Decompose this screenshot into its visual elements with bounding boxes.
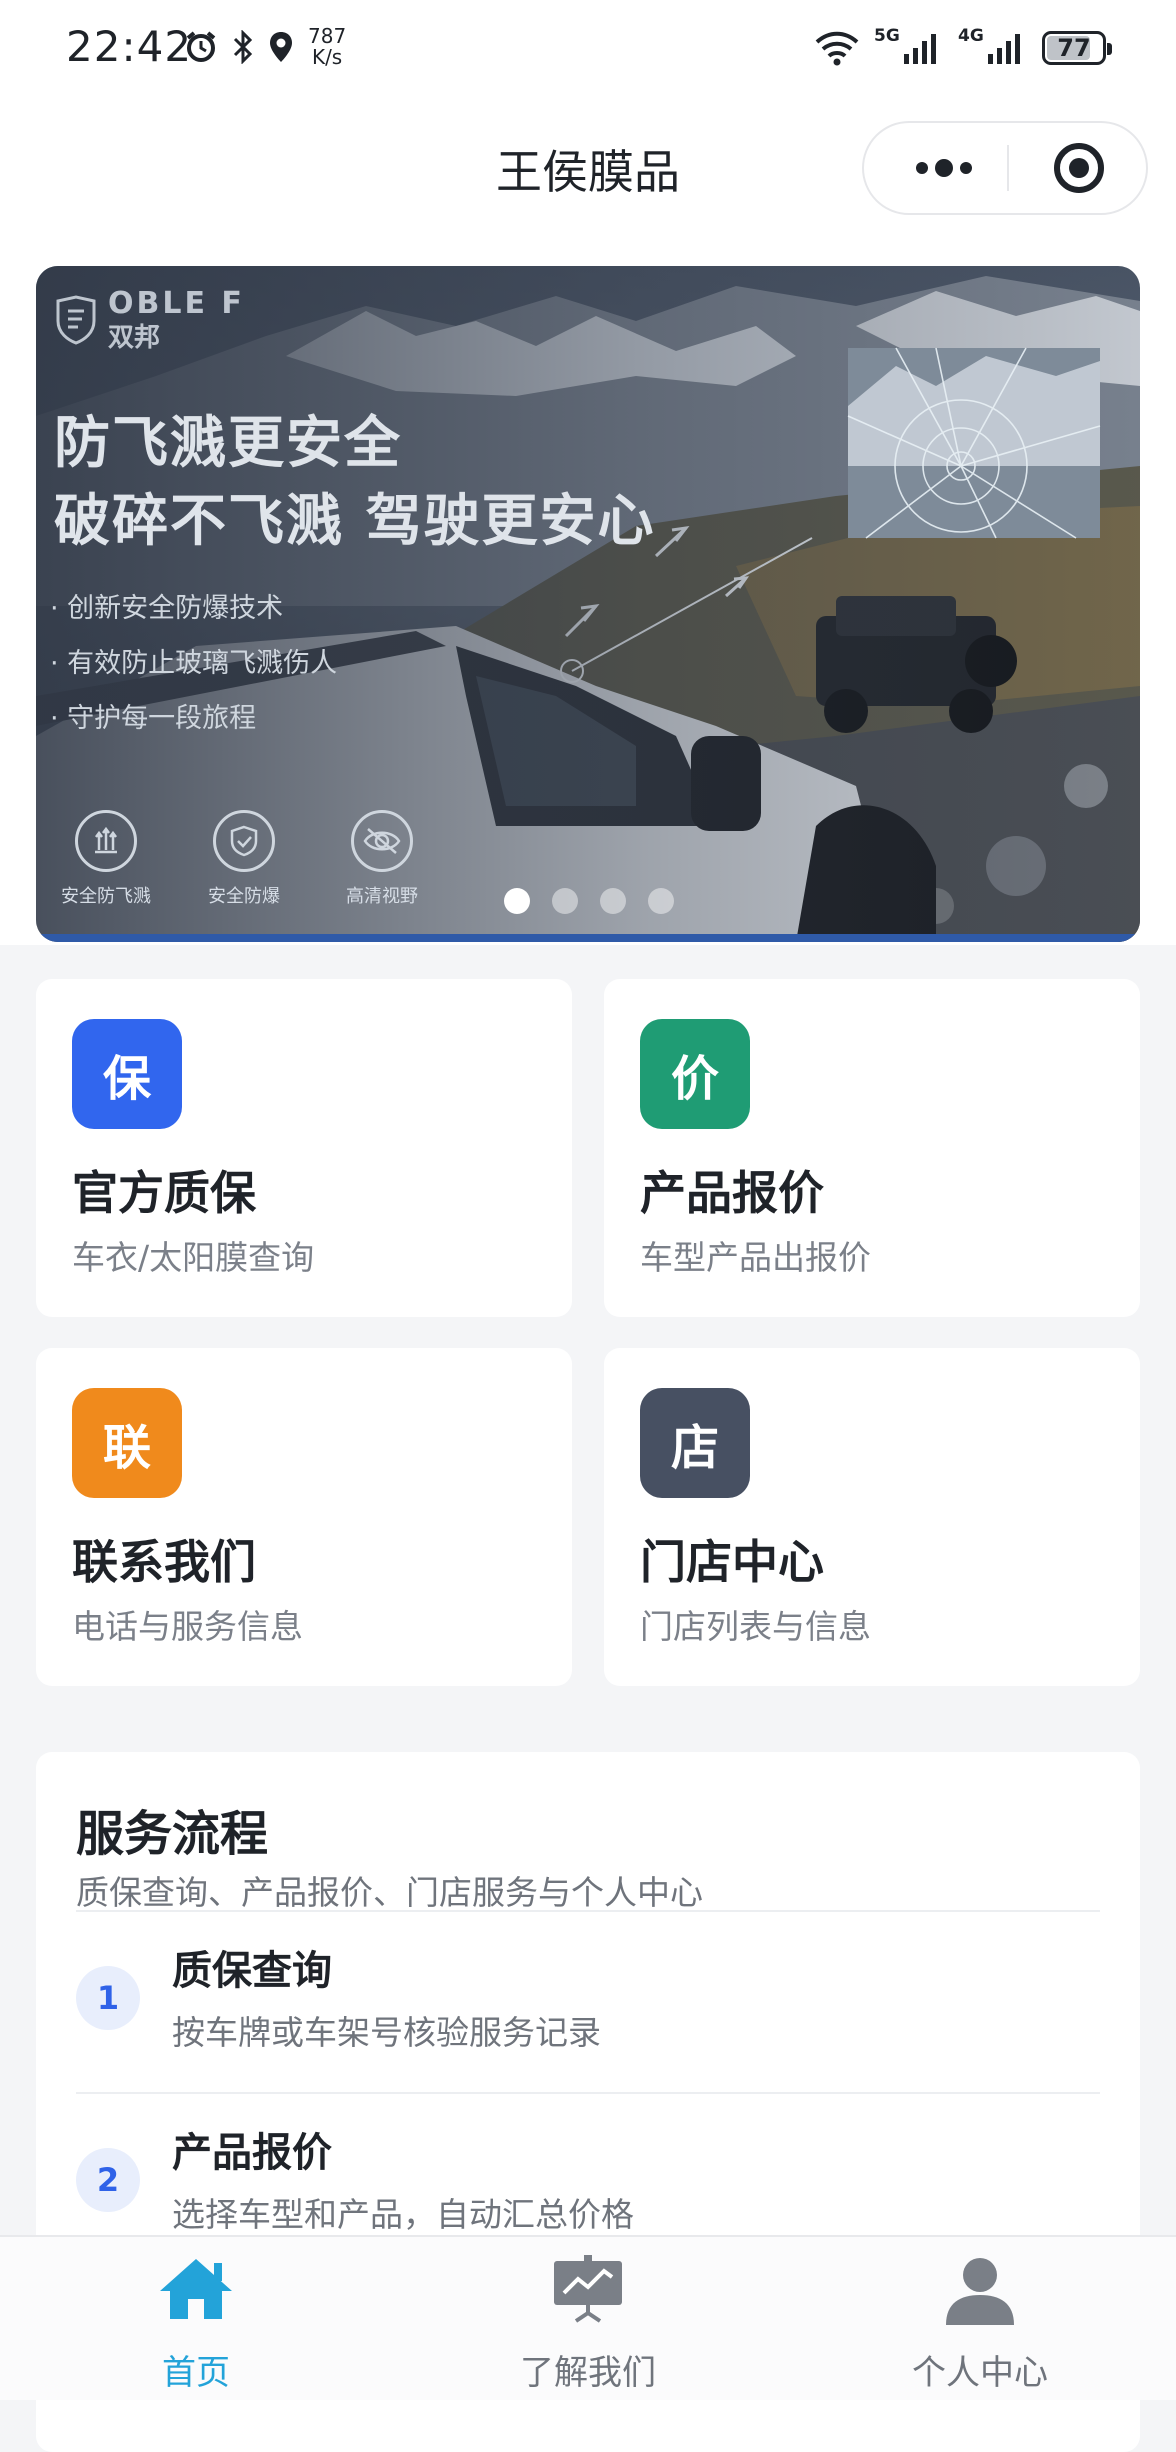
tile-contact[interactable]: 联 联系我们 电话与服务信息 bbox=[36, 1348, 572, 1686]
step-description: 选择车型和产品，自动汇总价格 bbox=[172, 2195, 634, 2234]
tile-subtitle: 车型产品出报价 bbox=[640, 1238, 871, 1277]
banner-logo-sub: 双邦 bbox=[108, 323, 161, 353]
bottom-tab-bar: 首页 了解我们 个人中心 bbox=[0, 2235, 1176, 2400]
carousel-dot[interactable] bbox=[648, 888, 674, 914]
step-description: 按车牌或车架号核验服务记录 bbox=[172, 2013, 601, 2052]
warranty-icon: 保 bbox=[72, 1019, 182, 1129]
tile-subtitle: 门店列表与信息 bbox=[640, 1607, 871, 1646]
step-number-badge: 1 bbox=[76, 1966, 140, 2030]
step-title: 产品报价 bbox=[172, 2130, 332, 2176]
anti-splash-icon bbox=[75, 810, 137, 872]
carousel-dot-active[interactable] bbox=[504, 888, 530, 914]
bluetooth-icon bbox=[233, 30, 253, 64]
tab-about[interactable]: 了解我们 bbox=[392, 2237, 784, 2402]
feature-label: 高清视野 bbox=[346, 886, 418, 907]
location-icon bbox=[270, 32, 292, 62]
divider bbox=[76, 2092, 1100, 2094]
banner-bullet-list: · 创新安全防爆技术 · 有效防止玻璃飞溅伤人 · 守护每一段旅程 bbox=[50, 586, 337, 751]
banner-feature: 安全防爆 bbox=[188, 810, 300, 908]
signal-5g-label: 5G bbox=[874, 26, 900, 46]
network-speed: 787 K/s bbox=[308, 26, 346, 68]
status-bar: 22:42 787 K/s 5G 4G 77 bbox=[0, 0, 1176, 100]
tab-home[interactable]: 首页 bbox=[0, 2237, 392, 2402]
carousel-dots bbox=[504, 888, 674, 914]
eye-icon bbox=[351, 810, 413, 872]
banner-brand-logo: OBLE F 双邦 bbox=[54, 286, 245, 354]
signal-5g: 5G bbox=[874, 26, 944, 70]
divider bbox=[76, 1910, 1100, 1912]
price-icon: 价 bbox=[640, 1019, 750, 1129]
shield-logo-icon bbox=[56, 295, 96, 345]
status-time: 22:42 bbox=[66, 22, 193, 71]
miniprogram-capsule bbox=[862, 121, 1148, 215]
banner-feature: 高清视野 bbox=[326, 810, 438, 908]
step-number-badge: 2 bbox=[76, 2148, 140, 2212]
tab-label: 个人中心 bbox=[912, 2353, 1048, 2393]
contact-icon: 联 bbox=[72, 1388, 182, 1498]
status-icons-left bbox=[184, 30, 294, 64]
signal-bars-icon bbox=[988, 34, 1020, 64]
step-title: 质保查询 bbox=[172, 1948, 332, 1994]
banner-bullet: · 守护每一段旅程 bbox=[50, 703, 257, 734]
status-icons-right: 5G 4G 77 bbox=[814, 26, 1112, 70]
tab-profile[interactable]: 个人中心 bbox=[784, 2237, 1176, 2402]
banner-logo-text: OBLE F bbox=[108, 286, 245, 321]
banner-features: 安全防飞溅 安全防爆 高清视野 bbox=[50, 810, 438, 908]
user-icon bbox=[946, 2258, 1014, 2325]
signal-4g: 4G bbox=[958, 26, 1028, 70]
banner-headline-1: 防飞溅更安全 bbox=[54, 411, 402, 476]
feature-label: 安全防飞溅 bbox=[61, 886, 151, 907]
presentation-icon bbox=[554, 2255, 622, 2323]
banner-headline-2: 破碎不飞溅 驾驶更安心 bbox=[54, 489, 656, 554]
more-button[interactable] bbox=[894, 123, 994, 213]
tile-subtitle: 电话与服务信息 bbox=[72, 1607, 303, 1646]
process-subtitle: 质保查询、产品报价、门店服务与个人中心 bbox=[76, 1873, 703, 1912]
signal-4g-label: 4G bbox=[958, 26, 984, 46]
tile-title: 产品报价 bbox=[640, 1166, 824, 1220]
battery-indicator: 77 bbox=[1042, 31, 1112, 65]
tile-warranty[interactable]: 保 官方质保 车衣/太阳膜查询 bbox=[36, 979, 572, 1317]
signal-bars-icon bbox=[904, 34, 936, 64]
more-icon bbox=[916, 159, 972, 177]
tile-subtitle: 车衣/太阳膜查询 bbox=[72, 1238, 315, 1277]
tab-label: 首页 bbox=[162, 2353, 230, 2393]
tile-title: 联系我们 bbox=[72, 1535, 256, 1589]
battery-percent: 77 bbox=[1057, 34, 1091, 62]
close-miniprogram-button[interactable] bbox=[1052, 141, 1106, 195]
carousel-dot[interactable] bbox=[552, 888, 578, 914]
shield-check-icon bbox=[213, 810, 275, 872]
banner-bullet: · 创新安全防爆技术 bbox=[50, 593, 284, 624]
tile-quote[interactable]: 价 产品报价 车型产品出报价 bbox=[604, 979, 1140, 1317]
home-icon bbox=[160, 2259, 232, 2319]
wifi-icon bbox=[815, 31, 859, 66]
tile-title: 门店中心 bbox=[640, 1535, 824, 1589]
network-speed-unit: K/s bbox=[311, 45, 343, 69]
banner-feature: 安全防飞溅 bbox=[50, 810, 162, 908]
alarm-icon bbox=[186, 31, 216, 62]
feature-label: 安全防爆 bbox=[208, 886, 280, 907]
tile-stores[interactable]: 店 门店中心 门店列表与信息 bbox=[604, 1348, 1140, 1686]
network-speed-value: 787 bbox=[308, 24, 347, 48]
store-icon: 店 bbox=[640, 1388, 750, 1498]
tile-title: 官方质保 bbox=[72, 1166, 256, 1220]
capsule-divider bbox=[1007, 145, 1009, 191]
process-title: 服务流程 bbox=[76, 1806, 269, 1862]
banner-bullet: · 有效防止玻璃飞溅伤人 bbox=[50, 648, 338, 679]
carousel-dot[interactable] bbox=[600, 888, 626, 914]
promo-banner[interactable]: OBLE F 双邦 防飞溅更安全 破碎不飞溅 驾驶更安心 · 创新安全防爆技术 … bbox=[36, 266, 1140, 942]
tab-label: 了解我们 bbox=[520, 2353, 656, 2393]
